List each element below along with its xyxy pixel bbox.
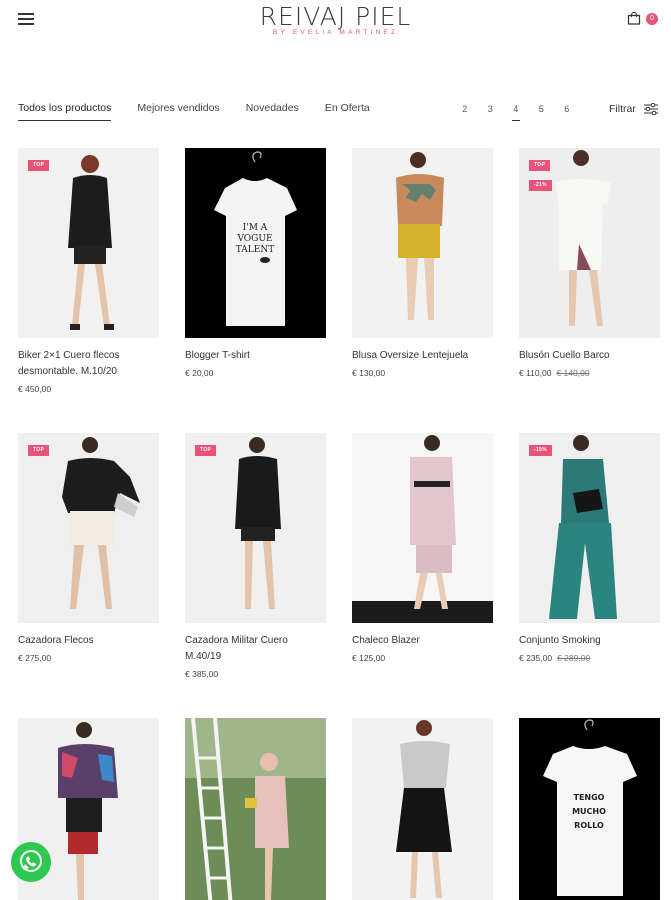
- product-image[interactable]: I'M A VOGUE TALENT: [185, 148, 326, 338]
- product-image[interactable]: [352, 148, 493, 338]
- product-badge: TOP: [28, 160, 50, 171]
- product-price: € 235,00 € 289,00: [519, 653, 660, 663]
- product-price: € 385,00: [185, 669, 326, 679]
- tshirt-print-line: TENGO: [574, 793, 605, 802]
- whatsapp-icon: [20, 850, 42, 872]
- product-image[interactable]: TOP: [18, 148, 159, 338]
- current-price: € 130,00: [352, 368, 386, 378]
- product-price: € 20,00: [185, 368, 326, 378]
- product-card[interactable]: [185, 718, 326, 900]
- product-image[interactable]: [185, 718, 326, 900]
- tshirt-print-line: TALENT: [236, 245, 274, 255]
- product-price: € 450,00: [18, 384, 159, 394]
- sliders-icon: [643, 103, 658, 115]
- page-link[interactable]: 5: [529, 104, 555, 119]
- tshirt-print-line: MUCHO: [572, 807, 606, 816]
- product-price: € 125,00: [352, 653, 493, 663]
- cart-count-badge: 0: [646, 13, 658, 25]
- page-link[interactable]: 3: [478, 104, 504, 119]
- page-link[interactable]: 2: [452, 104, 478, 119]
- page-link[interactable]: 6: [554, 104, 580, 119]
- product-card[interactable]: -19% Conjunto Smoking € 235,00 € 289,00: [519, 433, 660, 663]
- filter-button[interactable]: Filtrar: [609, 103, 658, 115]
- product-image[interactable]: [352, 718, 493, 900]
- product-image[interactable]: TOP: [185, 433, 326, 623]
- product-card[interactable]: TOP Cazadora Flecos € 275,00: [18, 433, 159, 663]
- tab-todos-los-productos[interactable]: Todos los productos: [18, 102, 112, 121]
- logo-title: REIVAJ PIEL: [259, 2, 412, 31]
- tshirt-print-line: ROLLO: [574, 821, 604, 830]
- current-price: € 110,00: [519, 368, 552, 378]
- pagination: 2 3 4 5 6: [452, 104, 580, 121]
- product-card[interactable]: Chaleco Blazer € 125,00: [352, 433, 493, 663]
- shopping-bag-icon[interactable]: [627, 12, 641, 25]
- product-name[interactable]: Conjunto Smoking: [519, 633, 649, 649]
- current-price: € 20,00: [185, 368, 214, 378]
- tab-mejores-vendidos[interactable]: Mejores vendidos: [137, 102, 219, 121]
- current-price: € 275,00: [18, 653, 52, 663]
- tshirt-print-line: I'M A: [243, 223, 268, 233]
- product-badge: -21%: [529, 180, 552, 191]
- product-badge: TOP: [195, 445, 217, 456]
- product-name[interactable]: Blogger T-shirt: [185, 348, 315, 364]
- old-price: € 289,00: [557, 653, 591, 663]
- product-name[interactable]: Chaleco Blazer: [352, 633, 482, 649]
- whatsapp-chat-button[interactable]: [11, 842, 51, 882]
- current-price: € 125,00: [352, 653, 386, 663]
- product-card[interactable]: Blusa Oversize Lentejuela € 130,00: [352, 148, 493, 378]
- product-name[interactable]: Cazadora Militar Cuero M.40/19: [185, 633, 315, 665]
- product-badge: TOP: [28, 445, 50, 456]
- product-image[interactable]: TOP -21%: [519, 148, 660, 338]
- product-image[interactable]: TENGO MUCHO ROLLO: [519, 718, 660, 900]
- product-card[interactable]: TOP Cazadora Militar Cuero M.40/19 € 385…: [185, 433, 326, 679]
- tab-novedades[interactable]: Novedades: [246, 102, 299, 121]
- product-name[interactable]: Blusa Oversize Lentejuela: [352, 348, 482, 364]
- product-badge: -19%: [529, 445, 552, 456]
- product-badge: TOP: [529, 160, 551, 171]
- site-header: REIVAJ PIEL BY EVELIA MARTINEZ 0: [0, 0, 671, 48]
- product-image[interactable]: [352, 433, 493, 623]
- current-price: € 385,00: [185, 669, 219, 679]
- current-price: € 450,00: [18, 384, 52, 394]
- logo-subtitle: BY EVELIA MARTINEZ: [272, 29, 399, 36]
- site-logo[interactable]: REIVAJ PIEL BY EVELIA MARTINEZ: [0, 2, 671, 36]
- product-name[interactable]: Cazadora Flecos: [18, 633, 148, 649]
- product-price: € 110,00 € 140,00: [519, 368, 660, 378]
- product-name[interactable]: Blusón Cuello Barco: [519, 348, 649, 364]
- product-image[interactable]: TOP: [18, 433, 159, 623]
- product-card[interactable]: [352, 718, 493, 900]
- product-price: € 130,00: [352, 368, 493, 378]
- product-name[interactable]: Biker 2×1 Cuero flecos desmontable. M.10…: [18, 348, 148, 380]
- old-price: € 140,00: [556, 368, 590, 378]
- product-card[interactable]: I'M A VOGUE TALENT Blogger T-shirt € 20,…: [185, 148, 326, 378]
- product-price: € 275,00: [18, 653, 159, 663]
- product-card[interactable]: TOP Biker 2×1 Cuero flecos desmontable. …: [18, 148, 159, 394]
- tshirt-print-line: VOGUE: [236, 234, 272, 244]
- filter-label: Filtrar: [609, 103, 636, 115]
- current-price: € 235,00: [519, 653, 553, 663]
- page-link-current[interactable]: 4: [503, 104, 529, 121]
- tab-en-oferta[interactable]: En Oferta: [325, 102, 370, 121]
- product-card[interactable]: TOP -21% Blusón Cuello Barco € 110,00 € 1…: [519, 148, 660, 378]
- product-card[interactable]: TENGO MUCHO ROLLO: [519, 718, 660, 900]
- product-image[interactable]: -19%: [519, 433, 660, 623]
- product-filter-tabs: Todos los productos Mejores vendidos Nov…: [18, 102, 396, 121]
